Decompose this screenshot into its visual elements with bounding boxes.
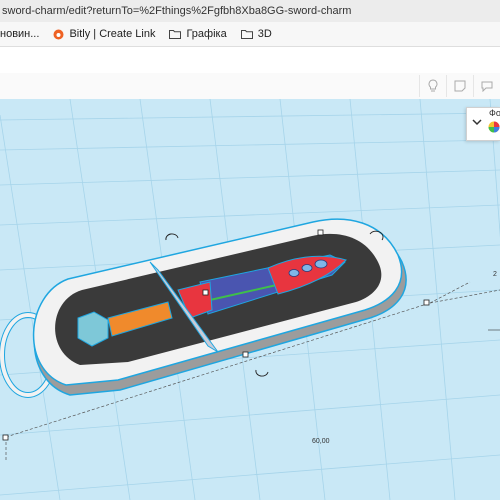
resize-handle[interactable] [2,434,9,441]
resize-handle[interactable] [423,299,430,306]
bookmark-news[interactable]: новин... [0,28,39,40]
tip-gem [314,259,328,269]
workplane-canvas[interactable] [0,99,500,500]
editor-top-toolbar [0,47,500,74]
address-url: sword-charm/edit?returnTo=%2Fthings%2Fgf… [2,5,352,17]
bookmark-label: Bitly | Create Link [69,28,156,40]
bookmark-label: новин... [0,28,40,40]
bookmark-label: Графіка [186,28,227,40]
bookmark-grafika[interactable]: Графіка [169,28,227,40]
comments-button[interactable] [473,75,500,97]
shape-panel-label: Фо [489,108,500,118]
width-dimension-label: 60,00 [312,438,330,445]
note-icon [454,80,466,92]
tip-gem [301,264,313,272]
speech-bubble-icon [481,81,493,92]
bookmark-bitly[interactable]: Bitly | Create Link [53,28,155,40]
chevron-down-icon[interactable] [469,114,485,130]
resize-handle[interactable] [202,289,209,296]
folder-icon [169,30,182,39]
color-swatch-icon[interactable] [488,121,500,133]
editor-view-toolbar [0,73,500,100]
resize-handle[interactable] [242,351,249,358]
workplane[interactable]: 60,00 2 [0,99,500,500]
bookmarks-bar: новин... Bitly | Create Link Графіка 3D [0,22,500,47]
folder-icon [240,30,253,39]
address-bar[interactable]: sword-charm/edit?returnTo=%2Fthings%2Fgf… [0,0,500,22]
light-bulb-button[interactable] [419,75,446,97]
height-dimension-label: 2 [493,271,497,278]
notes-button[interactable] [446,75,473,97]
bookmark-label: 3D [257,28,272,40]
light-bulb-icon [428,79,438,92]
bitly-icon [53,29,64,39]
tip-gem [288,269,300,277]
bookmark-3d[interactable]: 3D [240,28,272,40]
resize-handle[interactable] [317,229,324,236]
